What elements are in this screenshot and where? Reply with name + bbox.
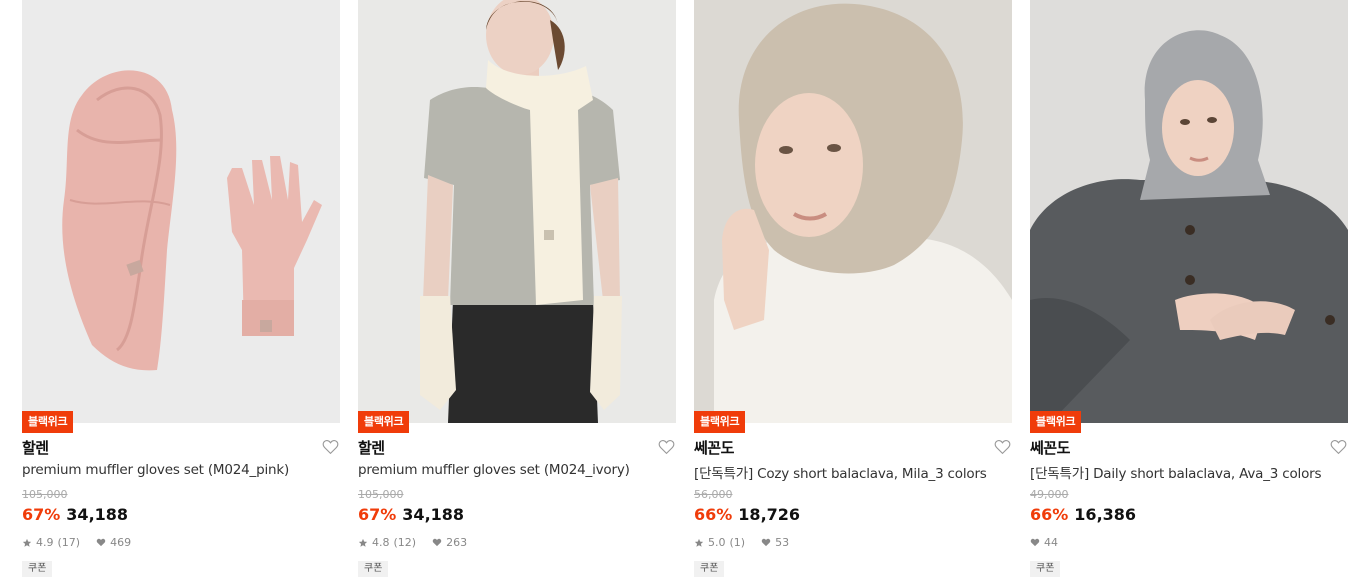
star-icon — [358, 538, 368, 547]
discount-rate: 67% — [358, 505, 397, 524]
product-card[interactable]: 블랙위크 할렌 premium muffler gloves set (M024… — [22, 0, 340, 577]
like-count: 469 — [110, 536, 132, 549]
brand-name[interactable]: 쎄꼰도 — [1030, 437, 1070, 458]
coupon-tag: 쿠폰 — [22, 561, 53, 577]
like-count: 263 — [446, 536, 468, 549]
brand-name[interactable]: 할렌 — [358, 437, 385, 458]
sale-price: 18,726 — [738, 505, 801, 524]
like-count: 53 — [775, 536, 790, 549]
star-icon — [694, 538, 704, 547]
heart-outline-icon[interactable] — [658, 439, 675, 455]
rating-value: 4.9 — [36, 536, 54, 549]
original-price: 105,000 — [358, 488, 404, 501]
sale-price: 34,188 — [66, 505, 129, 524]
product-name[interactable]: premium muffler gloves set (M024_pink) — [22, 462, 289, 478]
sale-price: 34,188 — [402, 505, 465, 524]
discount-rate: 67% — [22, 505, 61, 524]
coupon-tag: 쿠폰 — [358, 561, 389, 577]
original-price: 105,000 — [22, 488, 68, 501]
heart-filled-icon — [432, 538, 442, 547]
product-grid: 블랙위크 할렌 premium muffler gloves set (M024… — [22, 0, 1348, 577]
product-meta: 4.8 (12) 263 — [358, 536, 467, 549]
original-price: 49,000 — [1030, 488, 1069, 501]
star-icon — [22, 538, 32, 547]
coupon-tag: 쿠폰 — [1030, 561, 1061, 577]
product-meta: 5.0 (1) 53 — [694, 536, 789, 549]
product-card[interactable]: 블랙위크 할렌 premium muffler gloves set (M024… — [358, 0, 676, 577]
sale-price: 16,386 — [1074, 505, 1137, 524]
event-badge: 블랙위크 — [1030, 411, 1082, 433]
product-name[interactable]: [단독특가] Daily short balaclava, Ava_3 colo… — [1030, 462, 1322, 482]
brand-name[interactable]: 쎄꼰도 — [694, 437, 734, 458]
coupon-tag: 쿠폰 — [694, 561, 725, 577]
heart-filled-icon — [761, 538, 771, 547]
product-card[interactable]: 블랙위크 쎄꼰도 [단독특가] Daily short balaclava, A… — [1030, 0, 1348, 577]
product-image[interactable] — [358, 0, 676, 423]
product-image[interactable] — [1030, 0, 1348, 423]
original-price: 56,000 — [694, 488, 733, 501]
product-image[interactable] — [22, 0, 340, 423]
product-name[interactable]: premium muffler gloves set (M024_ivory) — [358, 462, 630, 478]
like-count: 44 — [1044, 536, 1058, 549]
product-meta: 44 — [1030, 536, 1058, 549]
review-count: (17) — [57, 536, 81, 549]
heart-outline-icon[interactable] — [994, 439, 1011, 455]
heart-outline-icon[interactable] — [322, 439, 339, 455]
rating-value: 5.0 — [708, 536, 726, 549]
brand-name[interactable]: 할렌 — [22, 437, 49, 458]
event-badge: 블랙위크 — [358, 411, 410, 433]
event-badge: 블랙위크 — [694, 411, 746, 433]
price-row: 66% 16,386 — [1030, 505, 1136, 524]
heart-outline-icon[interactable] — [1330, 439, 1347, 455]
price-row: 67% 34,188 — [358, 505, 464, 524]
price-row: 66% 18,726 — [694, 505, 800, 524]
product-meta: 4.9 (17) 469 — [22, 536, 131, 549]
review-count: (12) — [393, 536, 417, 549]
product-name[interactable]: [단독특가] Cozy short balaclava, Mila_3 colo… — [694, 462, 987, 482]
heart-filled-icon — [1030, 538, 1040, 547]
price-row: 67% 34,188 — [22, 505, 128, 524]
rating-value: 4.8 — [372, 536, 390, 549]
review-count: (1) — [729, 536, 746, 549]
heart-filled-icon — [96, 538, 106, 547]
discount-rate: 66% — [1030, 505, 1069, 524]
product-image[interactable] — [694, 0, 1012, 423]
discount-rate: 66% — [694, 505, 733, 524]
product-card[interactable]: 블랙위크 쎄꼰도 [단독특가] Cozy short balaclava, Mi… — [694, 0, 1012, 577]
event-badge: 블랙위크 — [22, 411, 74, 433]
